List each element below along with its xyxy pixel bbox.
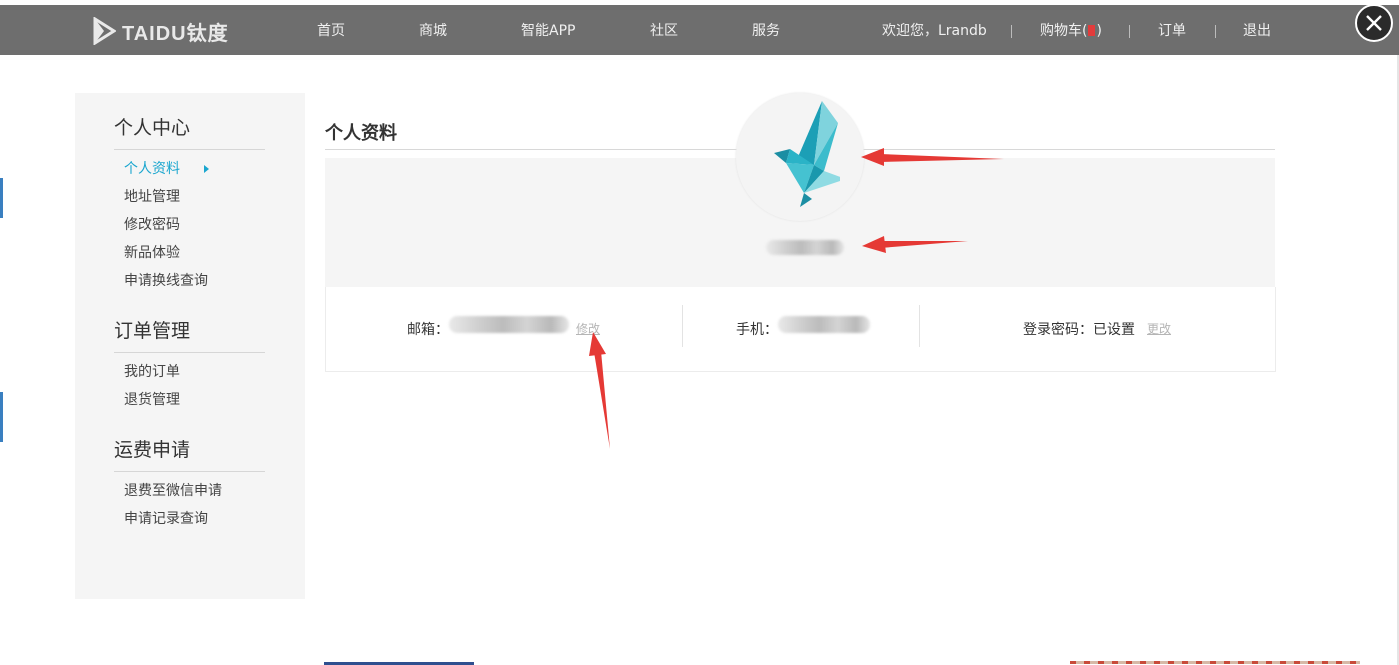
sidebar-item-returns[interactable]: 退货管理 [124,392,180,408]
caret-right-icon [204,165,209,173]
avatar[interactable] [736,93,864,221]
cart-count-badge [1088,25,1096,36]
change-password-link[interactable]: 更改 [1147,320,1171,337]
sidebar-item-profile[interactable]: 个人资料 [124,161,180,177]
nav-divider [1129,25,1130,38]
edit-email-link[interactable]: 修改 [576,320,600,337]
email-label: 邮箱： [407,322,449,338]
sidebar: 个人中心 个人资料 地址管理 修改密码 新品体验 申请换线查询 订单管理 我的订… [75,93,305,599]
nav-orders[interactable]: 订单 [1158,23,1186,39]
background-edge [0,178,3,218]
brand-logo-text: TAIDU钛度 [122,22,229,45]
brand-logo[interactable]: TAIDU钛度 [92,17,229,45]
nav-mall[interactable]: 商城 [419,23,447,39]
nav-divider [1215,25,1216,38]
nav-divider [1011,25,1012,38]
phone-value-redacted [778,316,870,333]
sidebar-group-title-personal: 个人中心 [114,117,191,139]
nav-community[interactable]: 社区 [650,23,678,39]
background-edge [0,392,3,442]
sidebar-divider [114,352,265,353]
sidebar-divider [114,471,265,472]
sidebar-item-new-product-trial[interactable]: 新品体验 [124,245,180,261]
sidebar-group-title-shipping: 运费申请 [114,439,191,461]
email-value-redacted [449,316,569,333]
sidebar-item-my-orders[interactable]: 我的订单 [124,364,180,380]
sidebar-item-application-records[interactable]: 申请记录查询 [124,511,208,527]
info-divider [919,305,920,347]
background-edge [1070,661,1360,664]
origami-bird-icon [774,101,840,207]
nav-logout[interactable]: 退出 [1243,23,1271,39]
top-navbar: TAIDU钛度 首页 商城 智能APP 社区 服务 欢迎您，Lrandb 购物车… [0,5,1399,55]
nav-cart[interactable]: 购物车() [1040,23,1102,39]
nav-smart-app[interactable]: 智能APP [521,23,575,39]
nav-welcome-user[interactable]: 欢迎您，Lrandb [882,23,987,39]
sidebar-divider [114,149,265,150]
sidebar-item-address[interactable]: 地址管理 [124,189,180,205]
nav-service[interactable]: 服务 [752,23,780,39]
phone-label: 手机： [736,322,778,338]
nav-cart-suffix: ) [1096,23,1102,39]
sidebar-item-change-password[interactable]: 修改密码 [124,217,180,233]
nav-home[interactable]: 首页 [317,23,345,39]
close-button[interactable] [1355,4,1393,42]
sidebar-group-title-orders: 订单管理 [114,320,191,342]
sidebar-item-wechat-refund[interactable]: 退费至微信申请 [124,483,222,499]
username-redacted [766,240,844,255]
sidebar-item-cable-replacement-query[interactable]: 申请换线查询 [124,273,208,289]
nav-cart-prefix: 购物车( [1040,23,1088,39]
page-title: 个人资料 [325,123,397,144]
password-status: 登录密码：已设置 [1023,322,1135,338]
taidu-play-logo-icon [93,17,116,45]
close-icon [1366,15,1382,31]
info-divider [682,305,683,347]
